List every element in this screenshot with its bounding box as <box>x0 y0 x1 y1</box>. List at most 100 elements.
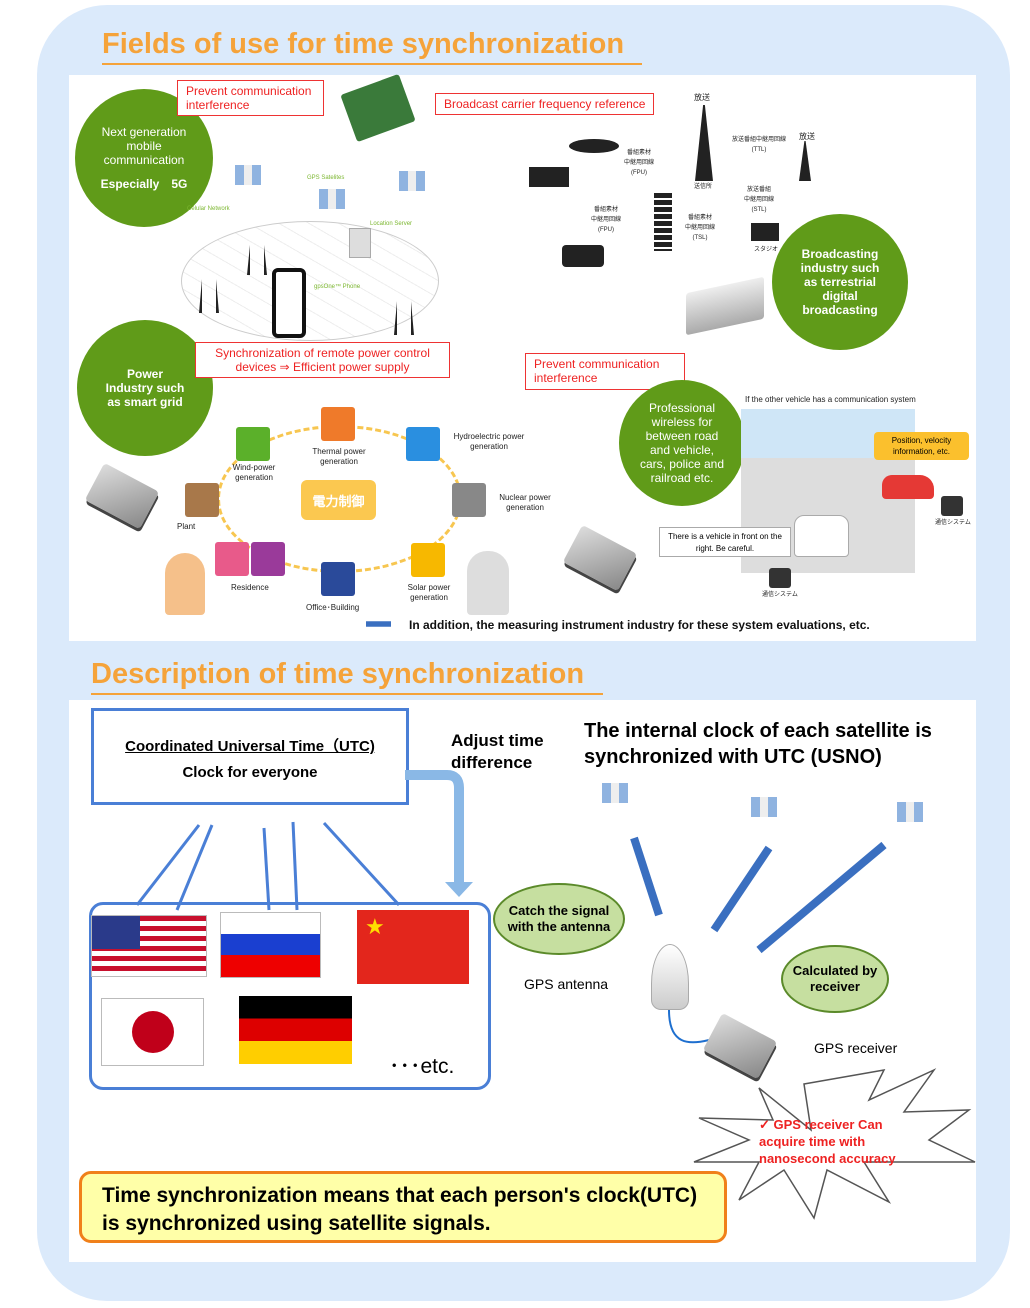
description-panel: Coordinated Universal Time（UTC) Clock fo… <box>69 700 976 1262</box>
white-car-icon <box>794 515 849 557</box>
text: as smart grid <box>107 395 183 409</box>
text: cars, police and <box>639 457 725 471</box>
helicopter-icon <box>569 139 619 153</box>
text: communication <box>103 153 185 167</box>
etc-label: ･･･etc. <box>389 1055 455 1078</box>
prevent-interference-box: Prevent communication interference <box>177 80 324 116</box>
satellite-icon <box>235 165 261 185</box>
satellite-icon <box>602 783 628 803</box>
broadcast-reference-box: Broadcast carrier frequency reference <box>435 93 655 115</box>
gps-receiver-chip-image <box>84 462 160 530</box>
text: Especially 5G <box>100 177 188 191</box>
gps-antenna-label: GPS antenna <box>524 976 609 992</box>
text: Professional <box>648 401 716 415</box>
label: Hydroelectric power generation <box>453 432 525 451</box>
person-icon <box>165 553 205 615</box>
catch-signal-bubble: Catch the signal with the antenna <box>493 883 625 955</box>
label: GPS Satelites <box>307 175 345 181</box>
text: mobile <box>126 139 162 153</box>
phone-icon <box>272 268 306 338</box>
plant-icon <box>185 483 219 517</box>
broadcast-tower-icon <box>695 105 713 181</box>
label: Plant <box>177 522 196 531</box>
house-icon <box>251 542 285 576</box>
footer-note: In addition, the measuring instrument in… <box>409 618 870 632</box>
satellite-arrows <box>630 836 887 954</box>
hydro-icon <box>406 427 440 461</box>
text: as terrestrial <box>803 275 877 289</box>
label: gpsOne™ Phone <box>314 284 361 290</box>
label: 番組素材 中継用回線 (TSL) <box>685 215 716 241</box>
label: Solar power generation <box>407 583 451 602</box>
label: Celular Network <box>187 206 230 212</box>
broadcast-tower-icon <box>799 141 811 181</box>
text: railroad etc. <box>650 471 714 485</box>
satellite-icon <box>751 797 777 817</box>
text: Power <box>126 367 163 381</box>
circle-wireless: Professional wireless for between road a… <box>619 380 745 506</box>
flag-germany <box>239 996 352 1064</box>
label: Residence <box>231 583 269 592</box>
van-icon <box>562 245 604 267</box>
vehicle-header: If the other vehicle has a communication… <box>745 395 916 404</box>
nanosecond-callout: ✓ GPS receiver Can acquire time with nan… <box>759 1117 896 1166</box>
power-sync-box: Synchronization of remote power control … <box>195 342 450 378</box>
satellite-icon <box>319 189 345 209</box>
gps-receiver-label: GPS receiver <box>814 1040 898 1056</box>
studio-icon <box>751 223 779 241</box>
position-callout: Position, velocity information, etc. <box>874 432 969 460</box>
person-icon <box>467 551 509 615</box>
satellite-icon <box>399 171 425 191</box>
comm-device-icon <box>941 496 963 516</box>
label: 放送 <box>694 93 710 102</box>
label: 番組素材 中継用回線 (FPU) <box>591 207 622 233</box>
school-icon <box>529 167 569 187</box>
flag-russia <box>220 912 321 978</box>
label: 放送番組中継用回線 (TTL) <box>732 137 787 153</box>
label: 放送番組 中継用回線 (STL) <box>744 187 775 213</box>
text: Broadcasting <box>801 247 879 261</box>
power-control-center: 電力制御 <box>301 480 376 520</box>
label: Location Server <box>370 221 413 227</box>
text: and vehicle, <box>649 443 715 457</box>
antenna-cable <box>668 1009 710 1044</box>
label: 送信所 <box>694 184 713 190</box>
comm-device-icon <box>769 568 791 588</box>
circle-broadcasting: Broadcasting industry such as terrestria… <box>772 214 908 350</box>
flag-japan <box>101 998 204 1066</box>
label: 通信システム <box>762 592 798 598</box>
text: broadcasting <box>802 303 878 317</box>
building-icon <box>654 193 672 251</box>
thermal-icon <box>321 407 355 441</box>
server-icon <box>349 228 371 258</box>
calculated-bubble: Calculated by receiver <box>781 945 889 1013</box>
flag-usa <box>91 915 207 977</box>
text: industry such <box>800 261 880 275</box>
summary-box: Time synchronization means that each per… <box>79 1171 727 1243</box>
section-title-description: Description of time synchronization <box>91 658 603 695</box>
text: digital <box>822 289 858 303</box>
adjust-arrow-head <box>445 882 473 897</box>
text: wireless for <box>651 415 713 429</box>
text: Next generation <box>101 125 187 139</box>
section-title-fields: Fields of use for time synchronization <box>102 28 642 65</box>
wind-icon <box>236 427 270 461</box>
text: between road <box>645 429 719 443</box>
utc-arrows <box>135 821 401 911</box>
label: 通信システム <box>935 520 971 526</box>
nuclear-icon <box>452 483 486 517</box>
warning-callout: There is a vehicle in front on the right… <box>659 527 791 557</box>
residence-icon <box>215 542 249 576</box>
text: Industry such <box>105 381 185 395</box>
adjust-arrow <box>405 770 464 885</box>
label: Thermal power generation <box>312 447 366 466</box>
label: Nuclear power generation <box>499 493 551 512</box>
label: Wind-power generation <box>232 463 276 482</box>
solar-icon <box>411 543 445 577</box>
red-car-icon <box>882 475 934 499</box>
receiver-box-image <box>686 276 764 336</box>
label: Office･Building <box>306 603 360 612</box>
flag-china: ★ <box>357 910 469 984</box>
label: 放送 <box>799 132 815 141</box>
circle-power: Power Industry such as smart grid <box>77 320 213 456</box>
